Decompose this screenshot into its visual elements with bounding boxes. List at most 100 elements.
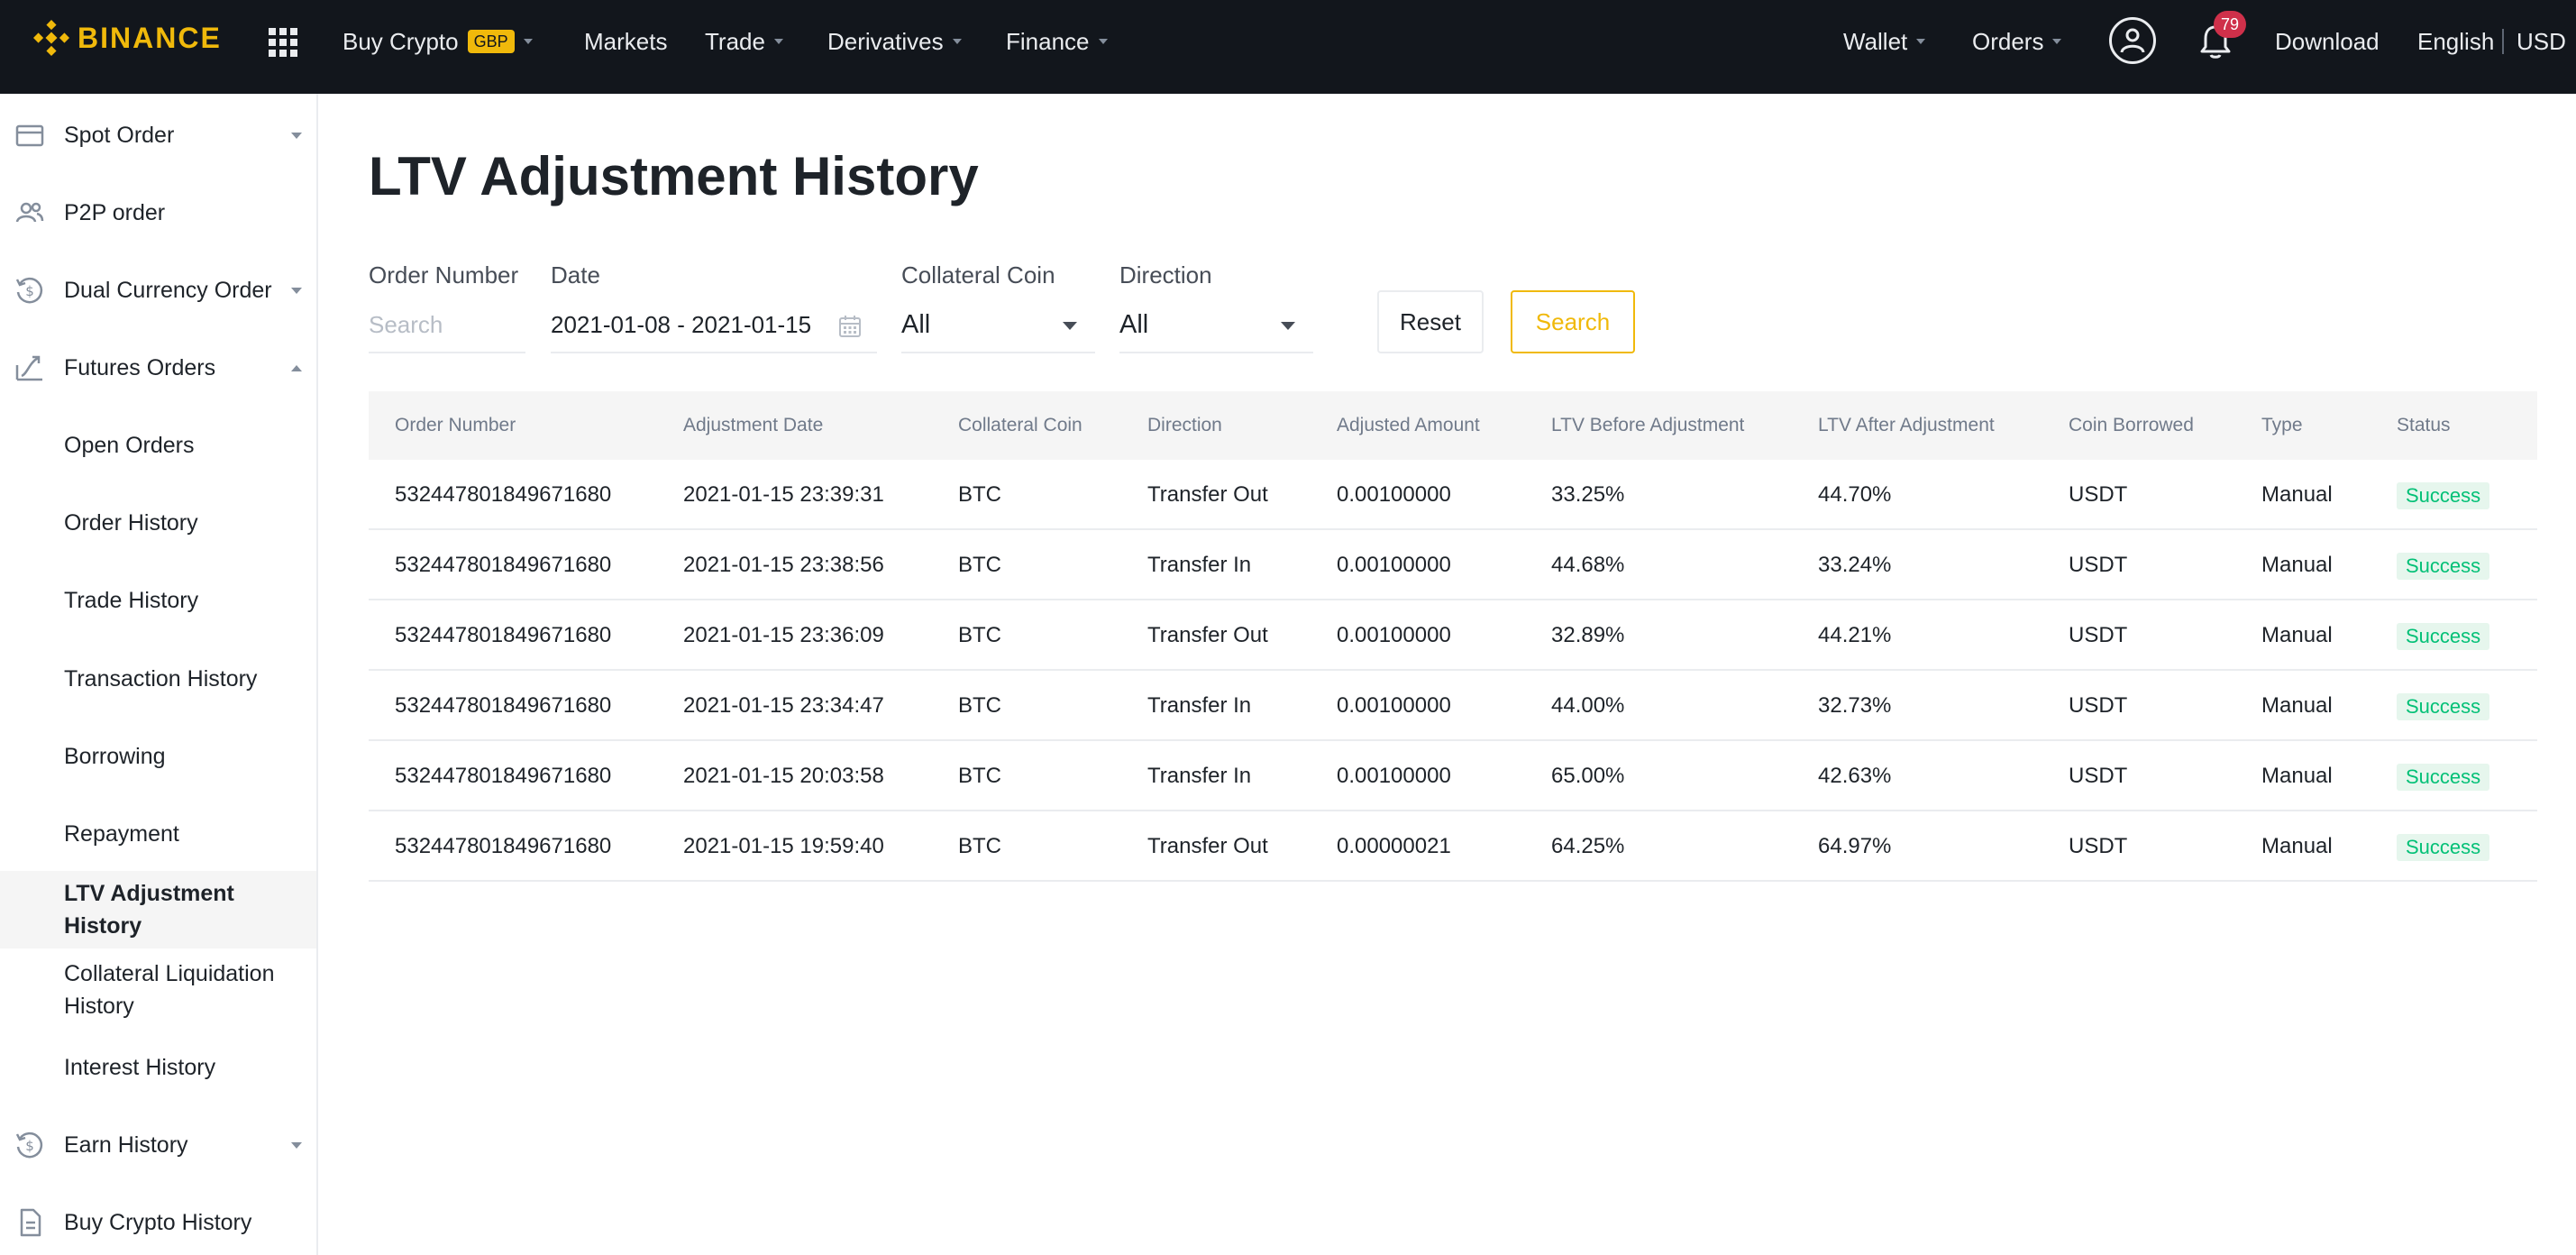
order-number-label: Order Number — [369, 261, 519, 289]
sidebar-item-repayment[interactable]: Repayment — [0, 814, 316, 854]
sidebar-item-label: Dual Currency Order — [64, 278, 272, 303]
collateral-coin-cell: BTC — [958, 482, 1001, 507]
adjusted-amount-cell: 0.00100000 — [1337, 553, 1451, 577]
order-number-cell: 532447801849671680 — [395, 623, 612, 647]
sidebar-item-earn-history[interactable]: $ Earn History — [0, 1125, 316, 1165]
order-number-cell: 532447801849671680 — [395, 834, 612, 858]
adjusted-amount-cell: 0.00100000 — [1337, 693, 1451, 718]
type-cell: Manual — [2261, 553, 2333, 577]
collateral-coin-cell: BTC — [958, 693, 1001, 718]
ltv-before-cell: 64.25% — [1551, 834, 1625, 858]
nav-download-label: Download — [2275, 27, 2380, 55]
chevron-down-icon — [1916, 39, 1926, 44]
chevron-down-icon — [773, 39, 783, 44]
fiat-currency-selector[interactable]: USD — [2517, 25, 2566, 58]
sidebar-item-order-history[interactable]: Order History — [0, 503, 316, 543]
sidebar-item-futures-orders[interactable]: Futures Orders — [0, 348, 316, 388]
futures-chart-icon — [14, 353, 45, 383]
chevron-down-icon — [952, 39, 962, 44]
sidebar-item-label: LTV Adjustment History — [64, 881, 234, 939]
apps-grid-icon[interactable] — [269, 28, 297, 57]
sidebar-item-label: Transaction History — [64, 666, 258, 692]
coin-borrowed-cell: USDT — [2069, 764, 2128, 788]
collateral-coin-cell: BTC — [958, 553, 1001, 577]
ltv-before-cell: 33.25% — [1551, 482, 1625, 507]
nav-download[interactable]: Download — [2275, 25, 2380, 58]
ltv-after-cell: 44.70% — [1818, 482, 1892, 507]
adjustment-date-cell: 2021-01-15 23:39:31 — [683, 482, 884, 507]
ltv-adjustment-table: Order Number Adjustment Date Collateral … — [369, 391, 2537, 882]
nav-wallet[interactable]: Wallet — [1843, 25, 1926, 58]
card-icon — [14, 120, 45, 151]
sidebar-item-label: P2P order — [64, 200, 166, 225]
direction-select[interactable]: All — [1119, 298, 1313, 353]
sidebar-item-label: Earn History — [64, 1132, 188, 1158]
sidebar-item-label: Collateral Liquidation History — [64, 961, 275, 1019]
sidebar-item-ltv-adjustment-history[interactable]: LTV Adjustment History — [0, 871, 316, 948]
date-label: Date — [551, 261, 600, 289]
sidebar-item-p2p-order[interactable]: P2P order — [0, 193, 316, 233]
coin-borrowed-cell: USDT — [2069, 693, 2128, 718]
status-badge: Success — [2397, 764, 2490, 791]
sidebar-item-trade-history[interactable]: Trade History — [0, 581, 316, 620]
order-number-input[interactable] — [369, 310, 525, 339]
binance-logo[interactable]: BINANCE — [32, 19, 222, 57]
adjusted-amount-cell: 0.00100000 — [1337, 482, 1451, 507]
column-header: Collateral Coin — [958, 415, 1082, 435]
chevron-down-icon — [291, 132, 302, 139]
nav-finance[interactable]: Finance — [1006, 25, 1108, 58]
notification-count-badge: 79 — [2214, 11, 2246, 38]
column-header: Coin Borrowed — [2069, 415, 2194, 435]
order-number-cell: 532447801849671680 — [395, 553, 612, 577]
sidebar-item-transaction-history[interactable]: Transaction History — [0, 659, 316, 699]
date-range-picker[interactable]: 2021-01-08 - 2021-01-15 — [551, 298, 877, 353]
ltv-before-cell: 32.89% — [1551, 623, 1625, 647]
coin-borrowed-cell: USDT — [2069, 553, 2128, 577]
nav-finance-label: Finance — [1006, 27, 1090, 55]
sidebar-item-spot-order[interactable]: Spot Order — [0, 115, 316, 155]
sidebar-item-interest-history[interactable]: Interest History — [0, 1048, 316, 1087]
dollar-cycle-icon: $ — [14, 1130, 45, 1160]
nav-buy-crypto[interactable]: Buy Crypto GBP — [343, 25, 533, 58]
adjustment-date-cell: 2021-01-15 23:38:56 — [683, 553, 884, 577]
collateral-coin-select[interactable]: All — [901, 298, 1095, 353]
nav-markets[interactable]: Markets — [584, 25, 667, 58]
status-badge: Success — [2397, 482, 2490, 509]
binance-diamond-icon — [32, 19, 70, 57]
chevron-up-icon — [291, 364, 302, 371]
adjustment-date-cell: 2021-01-15 20:03:58 — [683, 764, 884, 788]
column-header: Adjustment Date — [683, 415, 824, 435]
order-number-cell: 532447801849671680 — [395, 693, 612, 718]
sidebar-item-label: Order History — [64, 510, 198, 536]
sidebar-item-buy-crypto-history[interactable]: Buy Crypto History — [0, 1203, 316, 1242]
sidebar-item-label: Interest History — [64, 1055, 216, 1080]
sidebar-item-collateral-liquidation-history[interactable]: Collateral Liquidation History — [0, 954, 316, 1026]
user-account-icon[interactable] — [2109, 17, 2156, 64]
order-number-field — [369, 298, 525, 353]
sidebar-item-dual-currency-order[interactable]: $ Dual Currency Order — [0, 270, 316, 310]
direction-cell: Transfer Out — [1147, 834, 1268, 858]
order-number-cell: 532447801849671680 — [395, 764, 612, 788]
coin-borrowed-cell: USDT — [2069, 482, 2128, 507]
sidebar-item-borrowing[interactable]: Borrowing — [0, 737, 316, 776]
column-header: LTV Before Adjustment — [1551, 415, 1745, 435]
reset-button[interactable]: Reset — [1377, 290, 1484, 353]
ltv-after-cell: 42.63% — [1818, 764, 1892, 788]
sidebar-item-open-orders[interactable]: Open Orders — [0, 426, 316, 465]
adjusted-amount-cell: 0.00000021 — [1337, 834, 1451, 858]
status-badge: Success — [2397, 834, 2490, 861]
direction-cell: Transfer In — [1147, 764, 1252, 788]
nav-orders[interactable]: Orders — [1972, 25, 2062, 58]
search-button[interactable]: Search — [1511, 290, 1635, 353]
column-header: Direction — [1147, 415, 1222, 435]
language-selector[interactable]: English — [2417, 25, 2494, 58]
top-navigation-bar: BINANCE Buy Crypto GBP Markets Trade Der… — [0, 0, 2576, 94]
svg-text:$: $ — [25, 1138, 34, 1154]
nav-derivatives[interactable]: Derivatives — [827, 25, 962, 58]
adjusted-amount-cell: 0.00100000 — [1337, 764, 1451, 788]
collateral-coin-cell: BTC — [958, 834, 1001, 858]
language-label: English — [2417, 27, 2495, 55]
chevron-down-icon — [1063, 322, 1077, 330]
nav-trade[interactable]: Trade — [705, 25, 783, 58]
calendar-icon — [839, 316, 861, 337]
